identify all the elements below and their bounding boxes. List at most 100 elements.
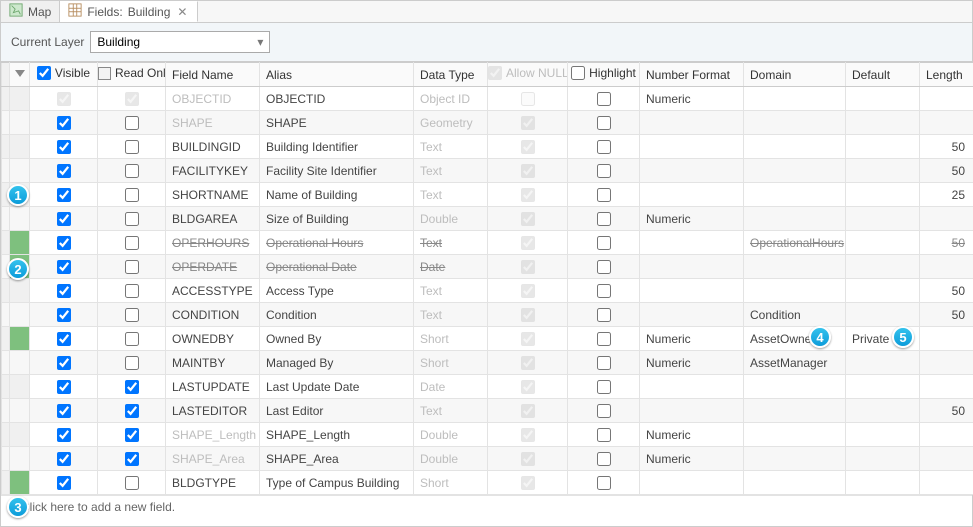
cell-default[interactable] — [846, 255, 920, 279]
cell-readonly[interactable] — [98, 375, 166, 399]
cell-fieldname[interactable]: BUILDINGID — [166, 135, 260, 159]
col-readonly-check[interactable] — [98, 67, 111, 80]
cell-highlight[interactable] — [568, 135, 640, 159]
cell-readonly[interactable] — [98, 423, 166, 447]
cell-length[interactable]: 50 — [920, 231, 973, 255]
cell-numberformat[interactable]: Numeric — [640, 327, 744, 351]
cell-visible[interactable] — [30, 159, 98, 183]
cell-visible[interactable] — [30, 135, 98, 159]
cell-datatype[interactable]: Text — [414, 279, 488, 303]
readonly-checkbox[interactable] — [125, 380, 139, 394]
cell-alias[interactable]: Size of Building — [260, 207, 414, 231]
cell-default[interactable] — [846, 375, 920, 399]
highlight-checkbox[interactable] — [597, 116, 611, 130]
readonly-checkbox[interactable] — [125, 332, 139, 346]
col-numberformat[interactable]: Number Format — [640, 63, 744, 87]
cell-domain[interactable] — [744, 135, 846, 159]
cell-datatype[interactable]: Date — [414, 375, 488, 399]
cell-default[interactable] — [846, 351, 920, 375]
cell-datatype[interactable]: Text — [414, 159, 488, 183]
cell-datatype[interactable]: Short — [414, 327, 488, 351]
add-field-row[interactable]: Click here to add a new field. — [1, 495, 972, 519]
row-marker[interactable] — [10, 447, 30, 471]
cell-numberformat[interactable] — [640, 135, 744, 159]
cell-domain[interactable]: OperationalHours — [744, 231, 846, 255]
cell-alias[interactable]: Owned By — [260, 327, 414, 351]
cell-highlight[interactable] — [568, 183, 640, 207]
cell-domain[interactable]: AssetManager — [744, 351, 846, 375]
cell-default[interactable] — [846, 423, 920, 447]
visible-checkbox[interactable] — [57, 356, 71, 370]
cell-fieldname[interactable]: SHAPE_Area — [166, 447, 260, 471]
cell-length[interactable] — [920, 351, 973, 375]
row-marker[interactable] — [10, 207, 30, 231]
cell-default[interactable] — [846, 159, 920, 183]
table-row[interactable]: FACILITYKEYFacility Site IdentifierText5… — [2, 159, 973, 183]
close-icon[interactable]: ✕ — [175, 5, 189, 19]
row-marker[interactable] — [10, 423, 30, 447]
cell-length[interactable] — [920, 111, 973, 135]
cell-default[interactable] — [846, 183, 920, 207]
col-visible[interactable]: Visible — [30, 63, 98, 87]
cell-alias[interactable]: Name of Building — [260, 183, 414, 207]
highlight-checkbox[interactable] — [597, 164, 611, 178]
cell-fieldname[interactable]: CONDITION — [166, 303, 260, 327]
highlight-checkbox[interactable] — [597, 476, 611, 490]
row-marker[interactable] — [10, 375, 30, 399]
row-marker[interactable] — [10, 135, 30, 159]
readonly-checkbox[interactable] — [125, 236, 139, 250]
cell-datatype[interactable]: Text — [414, 303, 488, 327]
cell-datatype[interactable]: Double — [414, 447, 488, 471]
cell-highlight[interactable] — [568, 279, 640, 303]
cell-visible[interactable] — [30, 207, 98, 231]
col-default[interactable]: Default — [846, 63, 920, 87]
cell-numberformat[interactable] — [640, 303, 744, 327]
cell-readonly[interactable] — [98, 447, 166, 471]
table-row[interactable]: LASTUPDATELast Update DateDate — [2, 375, 973, 399]
readonly-checkbox[interactable] — [125, 212, 139, 226]
highlight-checkbox[interactable] — [597, 404, 611, 418]
cell-alias[interactable]: Type of Campus Building — [260, 471, 414, 495]
cell-highlight[interactable] — [568, 303, 640, 327]
cell-domain[interactable] — [744, 471, 846, 495]
cell-highlight[interactable] — [568, 399, 640, 423]
cell-datatype[interactable]: Text — [414, 399, 488, 423]
cell-fieldname[interactable]: OPERDATE — [166, 255, 260, 279]
readonly-checkbox[interactable] — [125, 452, 139, 466]
cell-highlight[interactable] — [568, 87, 640, 111]
cell-datatype[interactable]: Date — [414, 255, 488, 279]
cell-default[interactable] — [846, 87, 920, 111]
cell-datatype[interactable]: Text — [414, 183, 488, 207]
cell-datatype[interactable]: Text — [414, 135, 488, 159]
table-row[interactable]: BLDGTYPEType of Campus BuildingShort — [2, 471, 973, 495]
cell-domain[interactable] — [744, 375, 846, 399]
col-alias[interactable]: Alias — [260, 63, 414, 87]
cell-readonly[interactable] — [98, 351, 166, 375]
cell-alias[interactable]: Operational Date — [260, 255, 414, 279]
cell-domain[interactable] — [744, 207, 846, 231]
cell-readonly[interactable] — [98, 255, 166, 279]
row-marker[interactable] — [10, 279, 30, 303]
cell-readonly[interactable] — [98, 231, 166, 255]
row-marker[interactable] — [10, 327, 30, 351]
table-row[interactable]: LASTEDITORLast EditorText50 — [2, 399, 973, 423]
row-marker[interactable] — [10, 111, 30, 135]
readonly-checkbox[interactable] — [125, 284, 139, 298]
cell-domain[interactable] — [744, 183, 846, 207]
visible-checkbox[interactable] — [57, 260, 71, 274]
cell-numberformat[interactable] — [640, 279, 744, 303]
readonly-checkbox[interactable] — [125, 404, 139, 418]
cell-readonly[interactable] — [98, 471, 166, 495]
cell-readonly[interactable] — [98, 183, 166, 207]
cell-highlight[interactable] — [568, 327, 640, 351]
cell-highlight[interactable] — [568, 255, 640, 279]
cell-alias[interactable]: Facility Site Identifier — [260, 159, 414, 183]
cell-length[interactable] — [920, 375, 973, 399]
table-row[interactable]: OPERHOURSOperational HoursTextOperationa… — [2, 231, 973, 255]
cell-visible[interactable] — [30, 255, 98, 279]
visible-checkbox[interactable] — [57, 188, 71, 202]
cell-readonly[interactable] — [98, 327, 166, 351]
cell-highlight[interactable] — [568, 207, 640, 231]
cell-highlight[interactable] — [568, 447, 640, 471]
cell-highlight[interactable] — [568, 159, 640, 183]
